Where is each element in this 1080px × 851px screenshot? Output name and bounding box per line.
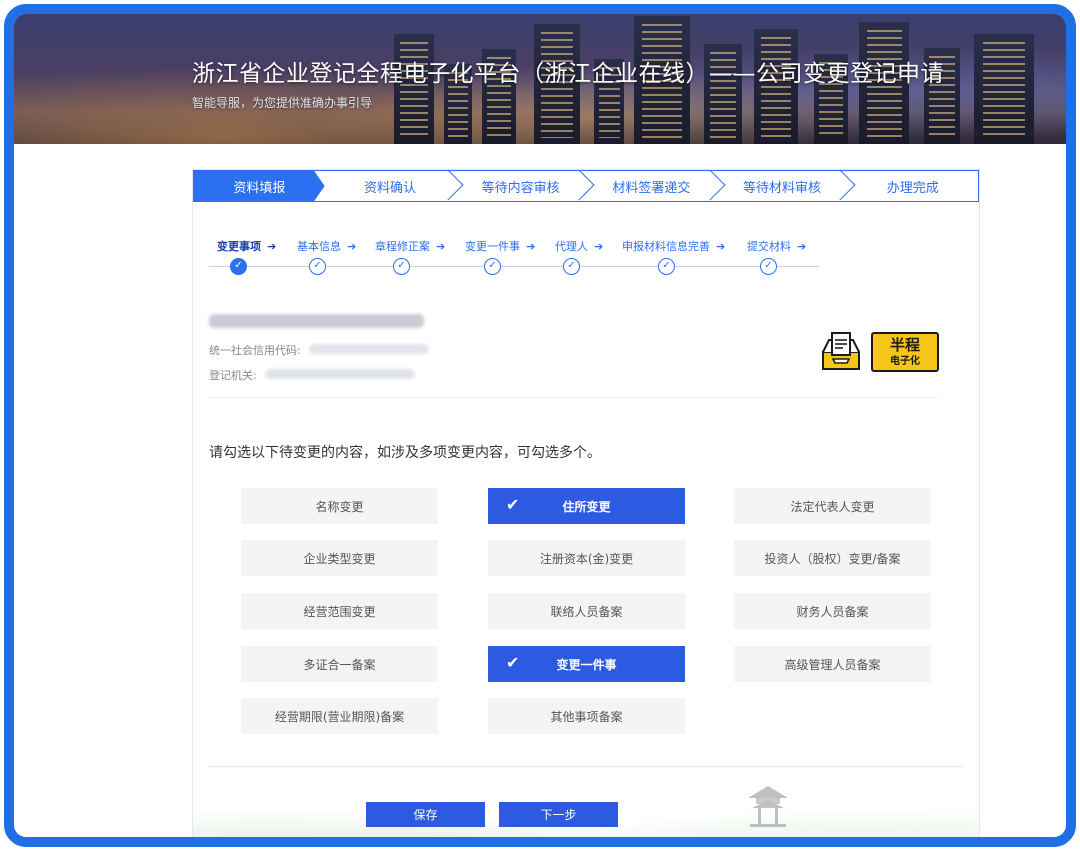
checkmark-icon: ✔ — [506, 495, 520, 514]
check-circle-icon: ✓ — [309, 258, 326, 275]
page-title: 浙江省企业登记全程电子化平台（浙江企业在线）——公司变更登记申请 — [192, 61, 944, 87]
option-change-one-thing[interactable]: ✔ 变更一件事 — [488, 646, 685, 682]
main-panel: 资料填报 资料确认 等待内容审核 材料签署递交 等待材料审核 办理完成 变更事项… — [192, 169, 980, 837]
substep-submit-materials[interactable]: 提交材料 ➔ — [747, 238, 806, 254]
registry-redacted — [265, 369, 415, 379]
step-fill-info[interactable]: 资料填报 — [194, 171, 325, 201]
option-address-change[interactable]: ✔ 住所变更 — [488, 488, 685, 524]
arrow-right-icon: ➔ — [716, 240, 726, 253]
arrow-right-icon: ➔ — [594, 240, 604, 253]
company-name-redacted — [209, 314, 424, 328]
credit-code-label: 统一社会信用代码: — [209, 344, 301, 357]
half-electronic-badge: 半程 电子化 — [821, 330, 941, 374]
substep-agent[interactable]: 代理人 ➔ — [555, 238, 603, 254]
step-material-review[interactable]: 等待材料审核 — [717, 170, 856, 201]
check-circle-icon: ✓ — [760, 258, 777, 275]
step-complete[interactable]: 办理完成 — [847, 171, 978, 201]
instruction-text: 请勾选以下待变更的内容，如涉及多项变更内容，可勾选多个。 — [209, 445, 601, 461]
substep-basic-info[interactable]: 基本信息 ➔ — [297, 238, 356, 254]
next-step-button[interactable]: 下一步 — [499, 802, 618, 827]
save-button[interactable]: 保存 — [366, 802, 485, 827]
option-capital-change[interactable]: ✔注册资本(金)变更 — [488, 540, 685, 576]
pavilion-icon — [748, 786, 788, 827]
substep-material-info[interactable]: 申报材料信息完善 ➔ — [622, 238, 725, 254]
option-liaison-filing[interactable]: ✔联络人员备案 — [488, 593, 685, 629]
progress-steps: 资料填报 资料确认 等待内容审核 材料签署递交 等待材料审核 办理完成 — [193, 170, 979, 202]
credit-code-redacted — [309, 344, 429, 354]
step-confirm-info[interactable]: 资料确认 — [325, 170, 464, 201]
badge-tag: 半程 电子化 — [871, 332, 939, 372]
registry-label: 登记机关: — [209, 369, 257, 382]
app-frame: 浙江省企业登记全程电子化平台（浙江企业在线）——公司变更登记申请 智能导服，为您… — [4, 4, 1076, 847]
arrow-right-icon: ➔ — [797, 240, 807, 253]
check-circle-icon: ✓ — [393, 258, 410, 275]
check-circle-icon: ✓ — [230, 258, 247, 275]
option-business-scope-change[interactable]: ✔经营范围变更 — [241, 593, 438, 629]
substep-charter-amendment[interactable]: 章程修正案 ➔ — [375, 238, 445, 254]
document-tray-icon — [822, 332, 860, 370]
option-name-change[interactable]: ✔名称变更 — [241, 488, 438, 524]
step-content-review[interactable]: 等待内容审核 — [455, 170, 595, 201]
option-legal-rep-change[interactable]: ✔法定代表人变更 — [734, 488, 931, 524]
header-banner: 浙江省企业登记全程电子化平台（浙江企业在线）——公司变更登记申请 智能导服，为您… — [14, 14, 1066, 144]
option-finance-staff-filing[interactable]: ✔财务人员备案 — [734, 593, 931, 629]
substep-change-items[interactable]: 变更事项 ➔ — [217, 238, 276, 254]
step-sign-submit[interactable]: 材料签署递交 — [586, 170, 726, 201]
arrow-right-icon: ➔ — [267, 240, 277, 253]
page-subtitle: 智能导服，为您提供准确办事引导 — [192, 96, 373, 110]
option-investor-change[interactable]: ✔投资人（股权）变更/备案 — [734, 540, 931, 576]
check-circle-icon: ✓ — [563, 258, 580, 275]
option-multi-cert-filing[interactable]: ✔多证合一备案 — [241, 646, 438, 682]
option-other-filing[interactable]: ✔其他事项备案 — [488, 698, 685, 734]
check-circle-icon: ✓ — [484, 258, 501, 275]
arrow-right-icon: ➔ — [436, 240, 446, 253]
substep-tracker: 变更事项 ➔ ✓ 基本信息 ➔ ✓ 章程修正案 ➔ ✓ 变更一件事 ➔ ✓ 代理人 ➔ ✓… — [209, 226, 819, 276]
checkmark-icon: ✔ — [506, 653, 520, 672]
option-term-filing[interactable]: ✔经营期限(营业期限)备案 — [241, 698, 438, 734]
divider — [209, 766, 963, 767]
option-company-type-change[interactable]: ✔企业类型变更 — [241, 540, 438, 576]
substep-change-one-thing[interactable]: 变更一件事 ➔ — [465, 238, 535, 254]
arrow-right-icon: ➔ — [526, 240, 536, 253]
check-circle-icon: ✓ — [658, 258, 675, 275]
option-senior-mgmt-filing[interactable]: ✔高级管理人员备案 — [734, 646, 931, 682]
arrow-right-icon: ➔ — [347, 240, 357, 253]
